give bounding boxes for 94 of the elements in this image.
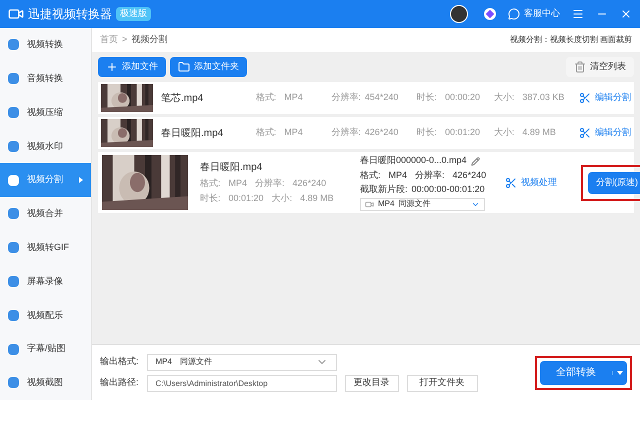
format-label: 格式: (200, 176, 221, 190)
convert-all-button[interactable]: 全部转换 (540, 360, 627, 384)
output-path-label: 输出路径: (100, 376, 139, 390)
size-label: 大小: (494, 126, 514, 140)
duration-label: 时长: (416, 91, 437, 104)
output-format-label: 输出格式: (100, 355, 139, 368)
feature-icon (8, 208, 19, 220)
sidebar-item[interactable]: 视频转换 (0, 28, 91, 62)
scissors-icon (578, 127, 591, 139)
sidebar-item[interactable]: 视频转GIF (0, 230, 91, 265)
edit-split-button[interactable]: 编辑分割 (578, 126, 631, 140)
duration-value: 00:00:20 (444, 91, 480, 104)
vip-icon[interactable] (484, 8, 496, 20)
sidebar-item[interactable]: 视频截图 (0, 366, 91, 400)
output-file-name: 春日暖阳000000-0...0.mp4 (360, 154, 467, 168)
resolution-value: 426*240 (452, 168, 486, 182)
file-row[interactable]: 春日暖阳.mp4 格式: MP4 分辨率: 426*240 时长: 00:01:20 大小: 4.89 MB 编辑分割 (98, 117, 634, 149)
size-label: 大小: (494, 91, 514, 104)
format-label: 格式: (256, 91, 276, 104)
feature-icon (8, 106, 19, 118)
clear-list-button[interactable]: 清空列表 (566, 57, 634, 77)
duration-value: 00:01:20 (228, 192, 264, 205)
file-name: 春日暖阳.mp4 (200, 160, 264, 174)
file-name: 笔芯.mp4 (161, 92, 204, 106)
scissors-icon (505, 176, 517, 188)
size-value: 4.89 MB (522, 126, 556, 140)
breadcrumb-home: 首页 (100, 33, 118, 46)
resolution-label: 分辨率: (415, 168, 445, 182)
sidebar-item[interactable]: 视频水印 (0, 129, 91, 164)
dropdown-arrow-icon[interactable] (617, 370, 623, 374)
plus-icon (106, 61, 118, 73)
sidebar-item[interactable]: 视频配乐 (0, 298, 91, 332)
output-path-field[interactable]: C:\Users\Administrator\Desktop (146, 374, 337, 392)
open-folder-button[interactable]: 打开文件夹 (406, 374, 478, 392)
trash-icon (574, 61, 586, 73)
close-icon[interactable] (620, 8, 632, 20)
video-process-button[interactable]: 视频处理 (505, 176, 557, 190)
duration-value: 00:01:20 (444, 126, 480, 140)
add-folder-button[interactable]: 添加文件夹 (170, 57, 247, 77)
output-format-select[interactable]: MP4 同源文件 (360, 198, 485, 211)
resolution-label: 分辨率: (255, 176, 285, 190)
clip-value: 00:00:00-00:01:20 (412, 183, 485, 196)
add-file-button[interactable]: 添加文件 (98, 57, 166, 77)
sidebar-item[interactable]: 音频转换 (0, 62, 91, 96)
duration-label: 时长: (200, 192, 221, 205)
feature-icon (8, 377, 19, 388)
size-label: 大小: (272, 192, 292, 205)
sidebar-item[interactable]: 屏幕录像 (0, 264, 91, 298)
support-button[interactable]: 客服中心 (508, 7, 560, 21)
resolution-value: 426*240 (292, 176, 326, 190)
format-label: 格式: (256, 126, 276, 140)
feature-icon (8, 174, 19, 186)
size-value: 387.03 KB (522, 91, 564, 104)
sidebar-item[interactable]: 视频合并 (0, 196, 91, 231)
size-value: 4.89 MB (300, 192, 334, 205)
output-format-dropdown[interactable]: MP4 同源文件 (146, 354, 337, 370)
menu-icon[interactable] (572, 8, 584, 20)
feature-icon (8, 39, 19, 50)
clip-label: 截取新片段: (360, 183, 408, 196)
duration-label: 时长: (416, 126, 437, 140)
edit-split-button[interactable]: 编辑分割 (578, 91, 631, 105)
format-value: MP4 (284, 91, 303, 104)
format-value: MP4 (228, 176, 248, 190)
page-hint: 视频分割：视频长度切割 画面裁剪 (510, 34, 632, 46)
scissors-icon (578, 92, 591, 104)
feature-icon (8, 344, 19, 355)
feature-icon (8, 73, 19, 84)
sidebar-item[interactable]: 字幕/贴图 (0, 332, 91, 366)
format-value: MP4 (388, 168, 408, 182)
feature-icon (8, 276, 19, 287)
video-icon (365, 200, 374, 209)
sidebar-item[interactable]: 视频压缩 (0, 96, 91, 130)
file-name: 春日暖阳.mp4 (161, 126, 224, 140)
resolution-label: 分辨率: (331, 126, 361, 140)
resolution-value: 426*240 (364, 126, 398, 140)
feature-icon (8, 310, 19, 321)
format-label: 格式: (360, 168, 381, 182)
chat-icon (508, 8, 520, 20)
resolution-value: 454*240 (364, 91, 398, 104)
breadcrumb-current: 视频分割 (131, 33, 168, 46)
app-name: 迅捷视频转换器 (28, 6, 112, 23)
edition-badge: 极速版 (116, 7, 151, 21)
format-value: MP4 (284, 126, 303, 140)
arrow-icon (79, 177, 83, 184)
file-row[interactable]: 笔芯.mp4 格式: MP4 分辨率: 454*240 时长: 00:00:20 大小: 387.03 KB 编辑分割 (98, 82, 634, 114)
feature-icon (8, 140, 19, 152)
folder-icon (178, 61, 190, 73)
feature-icon (8, 242, 19, 254)
edit-icon[interactable] (470, 156, 480, 166)
resolution-label: 分辨率: (331, 91, 361, 104)
change-dir-button[interactable]: 更改目录 (344, 374, 399, 392)
avatar[interactable] (450, 5, 468, 23)
breadcrumb-separator: > (122, 33, 128, 46)
split-button[interactable]: 分割(原速) (588, 172, 640, 194)
